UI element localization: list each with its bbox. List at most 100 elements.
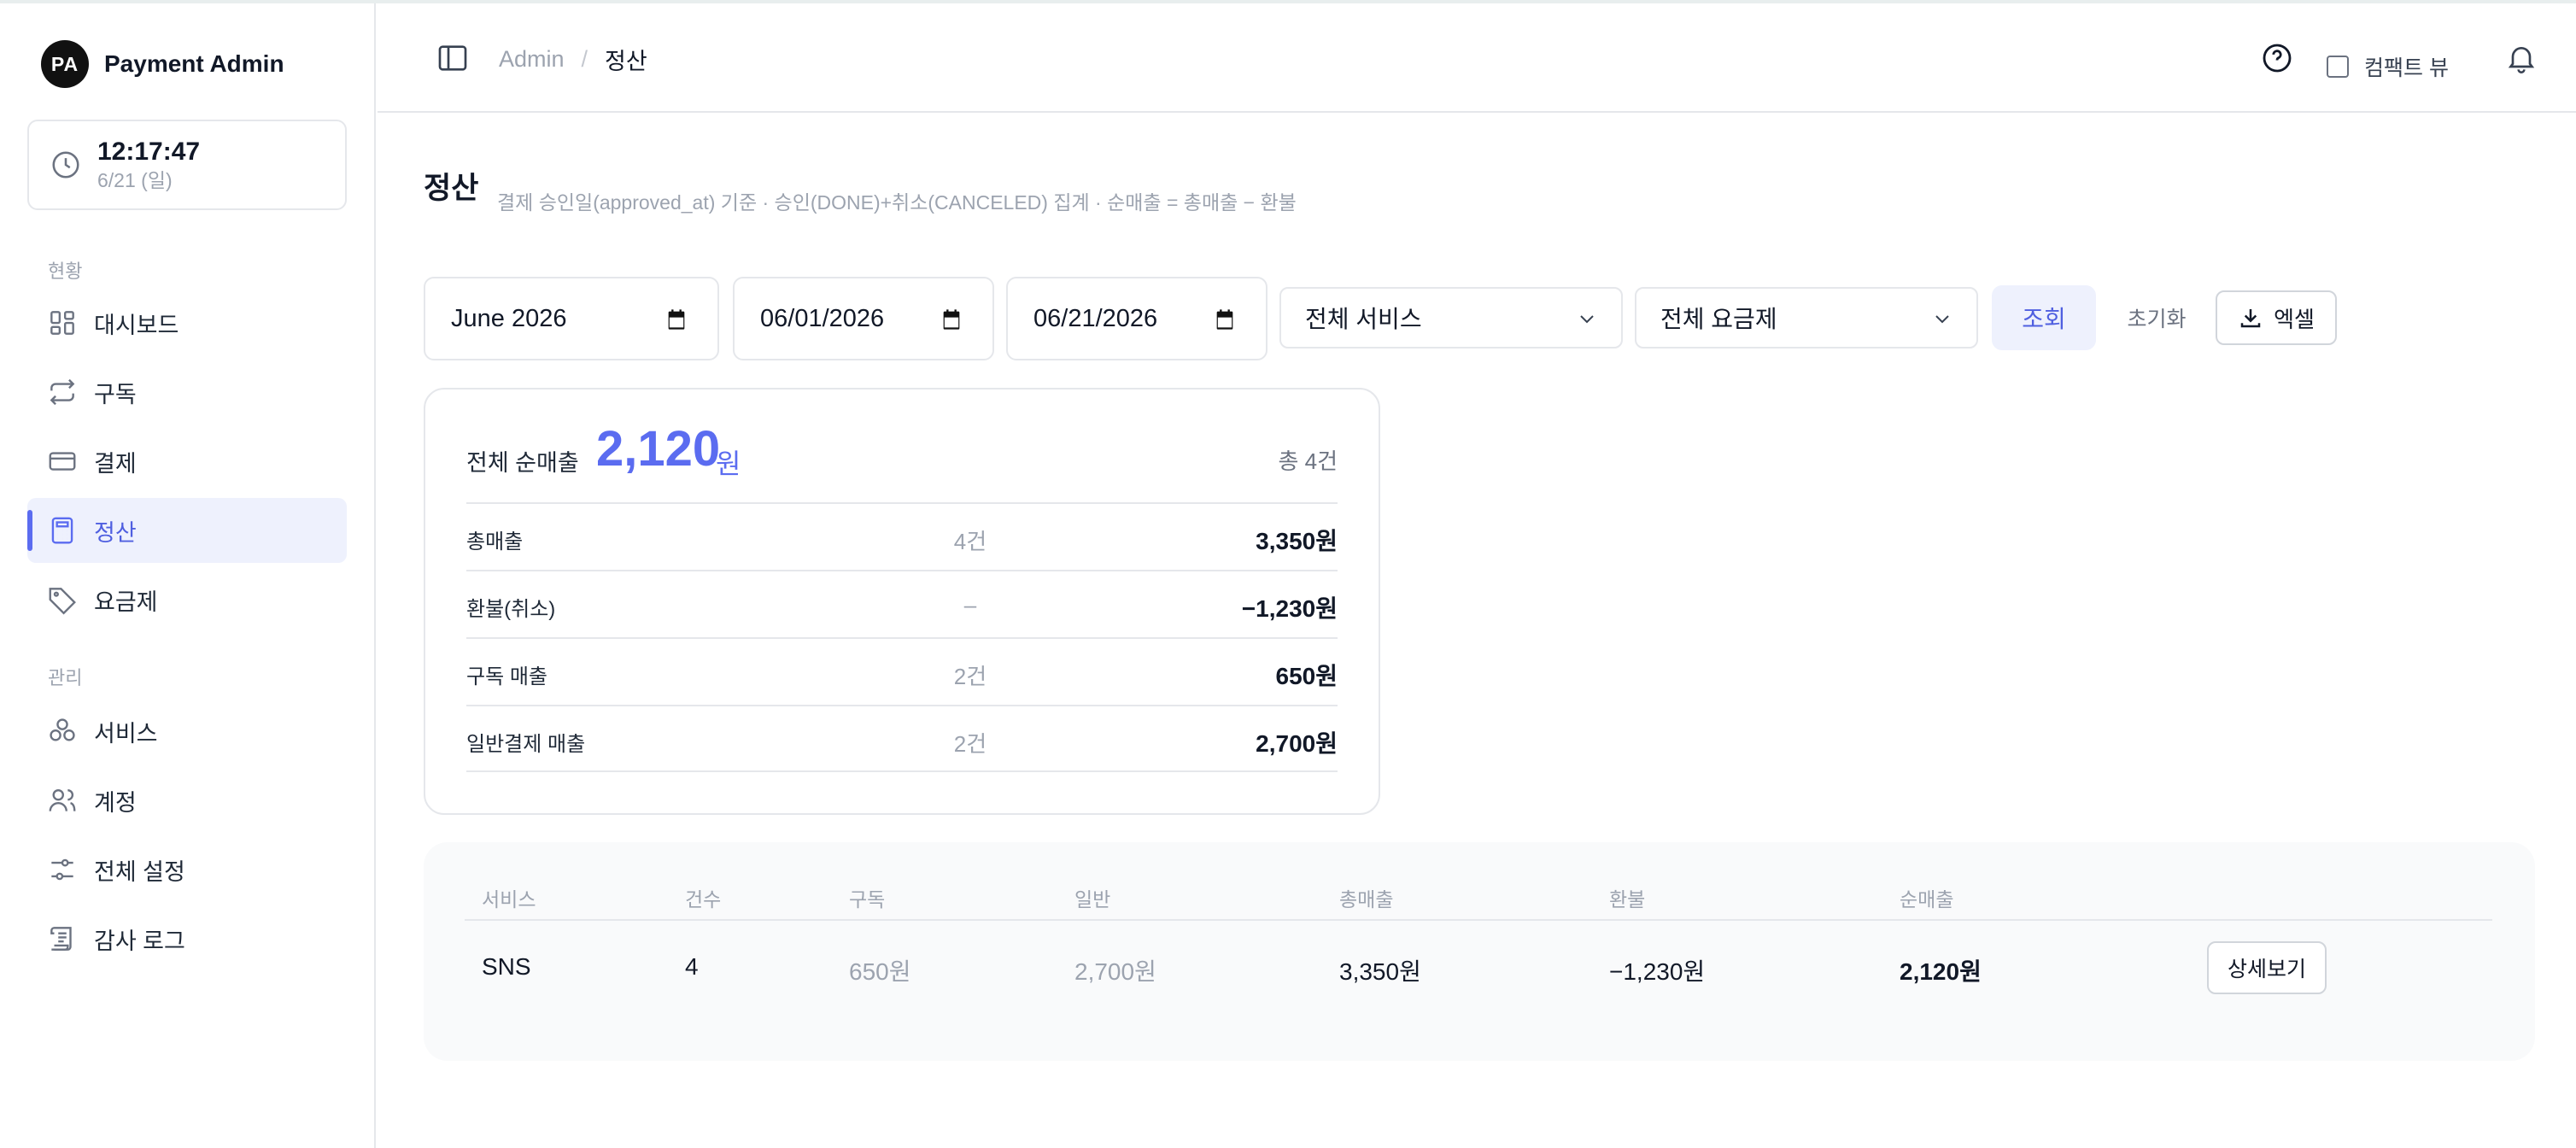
sidebar-item-plans[interactable]: 요금제 bbox=[27, 567, 347, 632]
query-button[interactable]: 조회 bbox=[1992, 285, 2096, 350]
calendar-icon[interactable] bbox=[1213, 308, 1237, 331]
grid-icon bbox=[50, 311, 74, 335]
start-date-field[interactable]: 06/01/2026 bbox=[733, 277, 994, 360]
summary-row-count: – bbox=[963, 592, 977, 618]
summary-row-label: 일반결제 매출 bbox=[466, 733, 586, 756]
column-header-count: 건수 bbox=[685, 888, 722, 911]
summary-row-amount: 3,350원 bbox=[1256, 528, 1338, 554]
reset-button[interactable]: 초기화 bbox=[2118, 285, 2195, 350]
repeat-icon bbox=[50, 378, 75, 406]
clock-icon bbox=[52, 151, 79, 179]
cell-gross: 3,350원 bbox=[1339, 958, 1421, 985]
summary-row-general: 일반결제 매출 2건 2,700원 bbox=[466, 705, 1338, 772]
breadcrumb-separator: / bbox=[581, 46, 588, 72]
cell-count: 4 bbox=[685, 953, 699, 980]
active-indicator bbox=[27, 510, 32, 551]
detail-button[interactable]: 상세보기 bbox=[2207, 941, 2327, 994]
sidebar-item-label: 서비스 bbox=[94, 720, 158, 747]
table-row: SNS 4 650원 2,700원 3,350원 −1,230원 2,120원 … bbox=[465, 921, 2492, 1016]
chevron-down-icon bbox=[1935, 315, 1949, 324]
sidebar-item-settlement[interactable]: 정산 bbox=[27, 498, 347, 563]
sidebar-item-audit-log[interactable]: 감사 로그 bbox=[27, 906, 347, 971]
column-header-subscription: 구독 bbox=[849, 888, 886, 911]
calendar-icon[interactable] bbox=[940, 308, 963, 331]
brand-logo: PA bbox=[41, 40, 89, 88]
compact-view-toggle[interactable]: 컴팩트 뷰 bbox=[2327, 51, 2449, 82]
net-sales-amount: 2,120 bbox=[596, 421, 721, 477]
sidebar-item-label: 전체 설정 bbox=[94, 858, 185, 885]
users-icon bbox=[49, 788, 76, 811]
summary-row-count: 2건 bbox=[953, 731, 987, 757]
download-icon bbox=[2240, 309, 2261, 328]
sidebar-item-label: 구독 bbox=[94, 381, 137, 407]
cell-service: SNS bbox=[482, 953, 531, 980]
summary-row-label: 구독 매출 bbox=[466, 665, 547, 688]
net-sales-summary-card: 전체 순매출 2,120 원 총 4건 총매출 4건 3,350원 환불(취소)… bbox=[424, 388, 1380, 815]
summary-row-subscription: 구독 매출 2건 650원 bbox=[466, 637, 1338, 705]
plan-select[interactable]: 전체 요금제 bbox=[1635, 287, 1978, 348]
bell-icon[interactable] bbox=[2504, 41, 2538, 75]
month-value: June 2026 bbox=[451, 304, 567, 332]
brand[interactable]: PA Payment Admin bbox=[41, 39, 284, 89]
net-sales-unit: 원 bbox=[716, 448, 741, 479]
sidebar-item-services[interactable]: 서비스 bbox=[27, 699, 347, 764]
sidebar-item-global-settings[interactable]: 전체 설정 bbox=[27, 837, 347, 902]
column-header-gross: 총매출 bbox=[1339, 888, 1394, 911]
cell-refund: −1,230원 bbox=[1609, 958, 1706, 985]
column-header-refund: 환불 bbox=[1609, 888, 1646, 911]
summary-row-label: 환불(취소) bbox=[466, 598, 556, 621]
sidebar-item-label: 결제 bbox=[94, 450, 137, 477]
help-icon[interactable] bbox=[2260, 41, 2294, 75]
sidebar-item-label: 감사 로그 bbox=[94, 928, 185, 954]
cell-subscription: 650원 bbox=[849, 958, 911, 985]
summary-row-amount: 650원 bbox=[1275, 663, 1338, 689]
column-header-service: 서비스 bbox=[482, 888, 536, 911]
table-header: 서비스 건수 구독 일반 총매출 환불 순매출 bbox=[465, 883, 2492, 921]
month-picker[interactable]: June 2026 bbox=[424, 277, 719, 360]
net-sales-label: 전체 순매출 bbox=[466, 450, 579, 476]
calculator-icon bbox=[51, 517, 73, 544]
end-date-field[interactable]: 06/21/2026 bbox=[1006, 277, 1268, 360]
excel-button-label: 엑셀 bbox=[2274, 306, 2315, 332]
scroll-icon bbox=[50, 927, 72, 951]
service-settlement-table: 서비스 건수 구독 일반 총매출 환불 순매출 SNS 4 650원 2,700… bbox=[424, 842, 2535, 1061]
compact-view-checkbox[interactable] bbox=[2327, 56, 2349, 78]
app-name: Payment Admin bbox=[104, 50, 284, 77]
sliders-icon bbox=[51, 858, 73, 881]
sidebar-item-dashboard[interactable]: 대시보드 bbox=[27, 290, 347, 355]
summary-row-count: 2건 bbox=[953, 664, 987, 689]
credit-card-icon bbox=[49, 452, 76, 471]
breadcrumb: Admin / 정산 bbox=[499, 43, 647, 76]
compact-view-label: 컴팩트 뷰 bbox=[2364, 56, 2449, 80]
cell-net: 2,120원 bbox=[1900, 958, 1982, 985]
page-title: 정산 bbox=[424, 172, 479, 205]
sidebar-item-label: 정산 bbox=[94, 519, 137, 546]
boxes-icon bbox=[50, 718, 75, 741]
sidebar-item-subscription[interactable]: 구독 bbox=[27, 360, 347, 425]
summary-row-count: 4건 bbox=[953, 529, 987, 554]
excel-download-button[interactable]: 엑셀 bbox=[2216, 290, 2337, 345]
tag-icon bbox=[49, 588, 76, 615]
sidebar-item-label: 계정 bbox=[94, 789, 137, 816]
summary-row-refund: 환불(취소) – −1,230원 bbox=[466, 570, 1338, 637]
sidebar-item-payment[interactable]: 결제 bbox=[27, 429, 347, 494]
sidebar-item-label: 대시보드 bbox=[94, 312, 179, 338]
summary-row-label: 총매출 bbox=[466, 530, 524, 554]
service-select[interactable]: 전체 서비스 bbox=[1279, 287, 1623, 348]
nav-section-status: 현황 bbox=[48, 261, 83, 282]
calendar-icon[interactable] bbox=[664, 308, 688, 331]
page-subtitle: 결제 승인일(approved_at) 기준 · 승인(DONE)+취소(CAN… bbox=[497, 191, 1297, 214]
column-header-net: 순매출 bbox=[1900, 888, 1954, 911]
breadcrumb-admin[interactable]: Admin bbox=[499, 46, 565, 73]
sidebar-toggle-icon[interactable] bbox=[436, 41, 470, 75]
top-header: Admin / 정산 컴팩트 뷰 bbox=[378, 3, 2576, 113]
column-header-general: 일반 bbox=[1074, 888, 1111, 911]
sidebar-item-accounts[interactable]: 계정 bbox=[27, 768, 347, 833]
summary-row-gross: 총매출 4건 3,350원 bbox=[466, 502, 1338, 570]
service-select-value: 전체 서비스 bbox=[1305, 306, 1422, 332]
plan-select-value: 전체 요금제 bbox=[1660, 306, 1777, 332]
cell-general: 2,700원 bbox=[1074, 958, 1156, 985]
end-date-value: 06/21/2026 bbox=[1033, 304, 1158, 332]
breadcrumb-current: 정산 bbox=[605, 49, 647, 74]
nav-section-manage: 관리 bbox=[48, 667, 83, 688]
